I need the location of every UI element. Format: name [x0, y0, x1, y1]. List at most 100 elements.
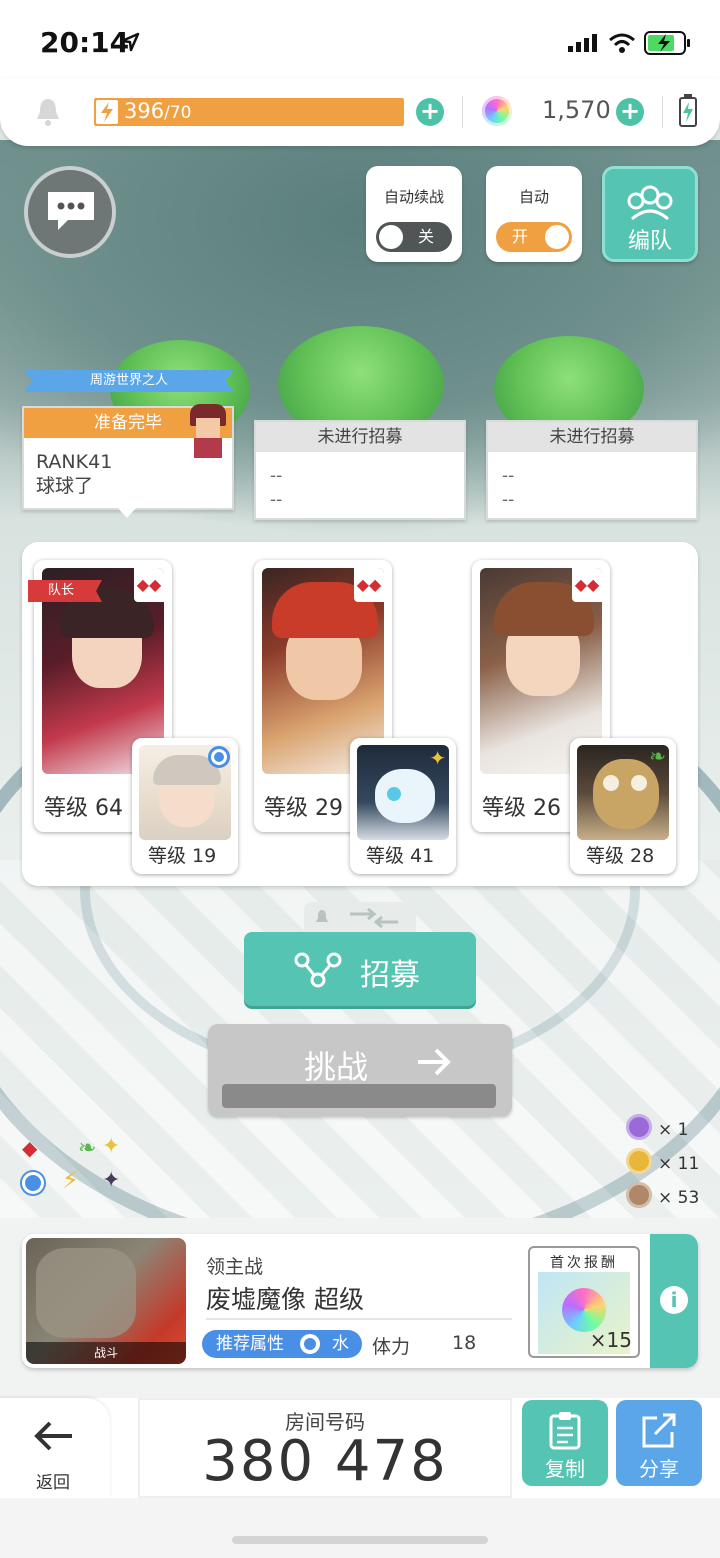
stamina-cost-value: 18	[452, 1332, 477, 1354]
party-member-2-support-card[interactable]: ✦ 等级 41	[350, 738, 456, 874]
stamina-cost-label: 体力	[372, 1336, 411, 1358]
resource-bar: 396/70 + 1,570 +	[0, 78, 720, 146]
recommended-element-badge: 推荐属性 水	[202, 1330, 362, 1358]
player-rank: --	[502, 466, 515, 486]
notification-bell-icon[interactable]	[34, 96, 62, 128]
add-gems-button[interactable]: +	[616, 98, 644, 126]
title-banner: 周游世界之人	[24, 370, 234, 392]
party-panel: ◆◆ 等级 64 队长 等级 19 ◆◆ 等级 29 ✦ 等级 41 ◆◆ 等级…	[22, 542, 698, 886]
info-icon: i	[660, 1286, 688, 1314]
fire-element-icon: ◆	[22, 1136, 38, 1160]
element-cycle-chart[interactable]: ◆ ❧ ✦ ⚡ ✦	[18, 1134, 128, 1206]
home-indicator[interactable]	[232, 1536, 488, 1544]
copy-button[interactable]: 复制	[522, 1400, 608, 1486]
divider	[662, 96, 663, 128]
diamond-suit-icon: ◆◆	[572, 568, 602, 602]
share-label: 分享	[639, 1457, 679, 1481]
back-arrow-icon	[34, 1421, 72, 1451]
chat-button[interactable]	[24, 166, 116, 258]
auto-switch[interactable]: 开	[496, 222, 572, 252]
share-button[interactable]: 分享	[616, 1400, 702, 1486]
gold-medal-count: × 11	[658, 1154, 700, 1174]
recruit-button[interactable]: 招募	[244, 932, 476, 1006]
auto-continue-state: 关	[418, 227, 435, 246]
slot-status: 未进行招募	[488, 422, 696, 452]
diamond-suit-icon: ◆◆	[134, 568, 164, 602]
player-name: 球球了	[36, 475, 94, 497]
auto-continue-toggle-card[interactable]: 自动续战 关	[366, 166, 462, 262]
recruit-label: 招募	[360, 958, 420, 993]
add-stamina-button[interactable]: +	[416, 98, 444, 126]
divider	[462, 96, 463, 128]
wifi-icon	[609, 33, 635, 53]
battery-icon	[644, 31, 690, 55]
switch-knob	[545, 225, 569, 249]
thunder-element-icon: ⚡	[62, 1166, 79, 1194]
boss-thumb-label: 战斗	[26, 1342, 186, 1364]
back-button[interactable]: 返回	[0, 1398, 110, 1498]
wind-element-icon: ❧	[649, 744, 666, 768]
player-name: --	[270, 490, 283, 510]
divider	[206, 1318, 512, 1320]
medal-counts: × 1 × 11 × 53	[626, 1114, 716, 1214]
water-element-icon	[300, 1334, 320, 1354]
leader-tag-label: 队长	[48, 583, 75, 598]
home-indicator-area	[0, 1498, 720, 1558]
gem-icon	[482, 96, 512, 126]
team-formation-button[interactable]: 编队	[602, 166, 698, 262]
first-clear-reward[interactable]: 首次报酬 ×15	[528, 1246, 640, 1358]
player-slot-3[interactable]: 未进行招募 -- --	[486, 420, 698, 520]
player-slot-2[interactable]: 未进行招募 -- --	[254, 420, 466, 520]
lightning-icon	[96, 100, 118, 124]
signal-icon	[568, 34, 597, 52]
water-element-icon	[208, 746, 230, 768]
player-avatar	[184, 404, 232, 462]
player-slot-1[interactable]: 准备完毕 RANK41 球球了	[22, 404, 234, 510]
support-level: 等级 28	[586, 845, 655, 867]
clock: 20:14	[40, 26, 130, 59]
water-element-icon	[22, 1172, 44, 1194]
gem-icon	[562, 1288, 606, 1332]
copy-label: 复制	[545, 1457, 585, 1481]
boss-name: 废墟魔像 超级	[206, 1285, 364, 1314]
challenge-button[interactable]: 挑战	[208, 1024, 512, 1116]
member-level: 等级 29	[264, 796, 343, 821]
back-label: 返回	[36, 1473, 70, 1493]
slot-status: 未进行招募	[256, 422, 464, 452]
room-number: 380 478	[202, 1429, 448, 1494]
party-member-1-support-card[interactable]: 等级 19	[132, 738, 238, 874]
member-level: 等级 64	[44, 796, 123, 821]
stamina-value: 396/70	[124, 99, 191, 123]
auto-state: 开	[512, 227, 529, 246]
support-level: 等级 19	[148, 845, 217, 867]
boss-category: 领主战	[206, 1256, 264, 1278]
clipboard-icon	[549, 1412, 581, 1450]
status-bar: 20:14	[0, 0, 720, 80]
bronze-medal-count: × 53	[658, 1188, 700, 1208]
boss-info-button[interactable]: i	[650, 1234, 698, 1368]
stamina-current: 396	[124, 99, 165, 123]
boss-thumbnail: 战斗	[26, 1238, 186, 1364]
member-level: 等级 26	[482, 796, 561, 821]
boss-quest-card[interactable]: 战斗 领主战 废墟魔像 超级 推荐属性 水 体力 18 首次报酬 ×15 i	[22, 1234, 698, 1368]
gem-count: 1,570	[542, 96, 611, 124]
challenge-label: 挑战	[304, 1048, 369, 1086]
battery-saver-icon[interactable]	[678, 94, 698, 128]
team-icon	[627, 185, 673, 221]
recommend-label: 推荐属性	[216, 1334, 284, 1354]
auto-toggle-card[interactable]: 自动 开	[486, 166, 582, 262]
location-arrow-icon	[120, 32, 140, 52]
light-element-icon: ✦	[102, 1134, 121, 1159]
share-icon	[642, 1413, 676, 1448]
auto-continue-switch[interactable]: 关	[376, 222, 452, 252]
diamond-suit-icon: ◆◆	[354, 568, 384, 602]
player-rank: --	[270, 466, 283, 486]
stamina-max: /70	[164, 103, 192, 123]
swap-tab[interactable]	[304, 902, 416, 932]
party-member-3-support-card[interactable]: ❧ 等级 28	[570, 738, 676, 874]
room-number-box: 房间号码 380 478	[138, 1398, 512, 1498]
banner-title: 周游世界之人	[89, 373, 168, 388]
leader-tag: 队长	[28, 580, 102, 602]
bronze-medal-icon	[626, 1182, 652, 1208]
switch-knob	[379, 225, 403, 249]
